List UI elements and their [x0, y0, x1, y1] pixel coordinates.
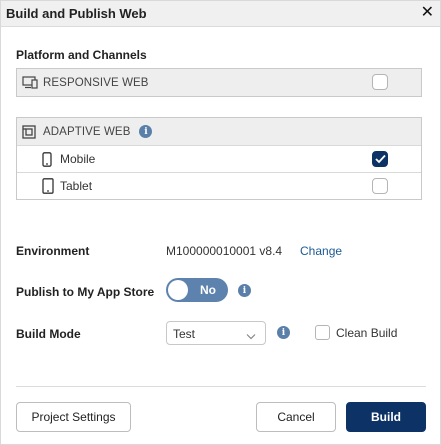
build-button[interactable]: Build: [346, 402, 426, 432]
dialog-titlebar: Build and Publish Web ✕: [1, 1, 440, 27]
responsive-web-panel: RESPONSIVE WEB: [16, 68, 422, 97]
responsive-web-checkbox[interactable]: [372, 74, 388, 90]
adaptive-web-panel: ADAPTIVE WEB i Mobile Tablet: [16, 117, 422, 200]
change-environment-link[interactable]: Change: [300, 244, 342, 258]
monitor-icon: [22, 76, 38, 90]
environment-value: M100000010001 v8.4: [166, 244, 283, 258]
adaptive-layout-icon: [22, 124, 38, 139]
toggle-knob: [168, 280, 188, 300]
dialog-title: Build and Publish Web: [6, 6, 147, 21]
build-mode-info-icon[interactable]: i: [277, 326, 290, 339]
channel-row-tablet[interactable]: Tablet: [17, 172, 421, 199]
build-mode-select[interactable]: Test: [166, 321, 266, 345]
checkmark-icon: [375, 154, 386, 164]
build-mode-selected: Test: [173, 327, 196, 341]
project-settings-button[interactable]: Project Settings: [16, 402, 131, 432]
platform-section-label: Platform and Channels: [16, 48, 147, 62]
info-icon[interactable]: i: [139, 125, 153, 138]
tablet-checkbox[interactable]: [372, 178, 388, 194]
chevron-down-icon: [246, 329, 256, 343]
responsive-web-header[interactable]: RESPONSIVE WEB: [17, 69, 421, 96]
close-icon[interactable]: ✕: [421, 4, 434, 22]
adaptive-web-label: ADAPTIVE WEB: [43, 125, 131, 138]
channel-label-tablet: Tablet: [60, 179, 93, 193]
toggle-text: No: [200, 283, 216, 297]
mobile-checkbox[interactable]: [372, 151, 388, 167]
clean-build-checkbox[interactable]: [315, 325, 330, 340]
mobile-phone-icon: [42, 151, 54, 167]
build-mode-label: Build Mode: [16, 327, 81, 341]
publish-info-icon[interactable]: i: [238, 284, 251, 297]
clean-build-label[interactable]: Clean Build: [336, 326, 397, 340]
tablet-icon: [42, 178, 54, 194]
adaptive-web-header: ADAPTIVE WEB i: [17, 118, 421, 145]
build-publish-dialog: Build and Publish Web ✕ Platform and Cha…: [0, 0, 441, 445]
cancel-button[interactable]: Cancel: [256, 402, 336, 432]
footer-divider: [16, 386, 426, 387]
publish-app-store-label: Publish to My App Store: [16, 285, 155, 299]
publish-app-store-toggle[interactable]: No: [166, 278, 228, 302]
channel-label-mobile: Mobile: [60, 152, 96, 166]
responsive-web-label: RESPONSIVE WEB: [43, 76, 149, 89]
channel-row-mobile[interactable]: Mobile: [17, 145, 421, 172]
environment-label: Environment: [16, 244, 90, 258]
